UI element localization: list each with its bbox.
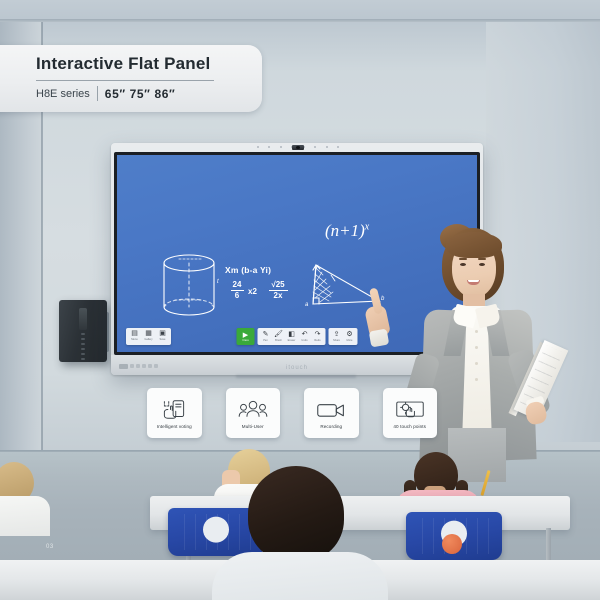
drawing-tools-group[interactable]: ✎ Pen 🖌 Brush ◧ Eraser ↶ Undo ↷ Redo — [257, 328, 326, 345]
whiteboard-main-toolbar[interactable]: ▶ Class ✎ Pen 🖌 Brush ◧ Eraser ↶ Undo ↷ … — [236, 328, 358, 345]
feature-card-intelligent-voting[interactable]: Intelligent voting — [147, 388, 202, 438]
brush-icon[interactable]: 🖌 Brush — [273, 331, 285, 342]
title-subtitle: H8E series 65″ 75″ 86″ — [36, 86, 175, 101]
ball — [442, 534, 462, 554]
feature-card-recording[interactable]: Recording — [304, 388, 359, 438]
video-camera-icon — [315, 397, 347, 423]
camera-icon — [292, 145, 304, 150]
feature-label: Intelligent voting — [156, 423, 192, 429]
tool-save-icon[interactable]: ▣ Save — [157, 330, 168, 343]
tool-gallery-icon[interactable]: ▦ Gallery — [143, 330, 154, 343]
wall-speaker — [59, 300, 107, 362]
page-number: 03 — [46, 544, 54, 550]
eraser-icon[interactable]: ◧ Eraser — [286, 331, 298, 342]
blouse-buttons — [475, 330, 478, 394]
eyebrow-left — [459, 258, 467, 260]
whiteboard-multiplier: x2 — [248, 287, 257, 296]
student-head-foreground — [248, 466, 344, 562]
size-options: 65″ 75″ 86″ — [104, 86, 176, 101]
feature-card-multi-user[interactable]: Multi-User — [225, 388, 280, 438]
chair-texture — [174, 514, 258, 550]
feature-label: Multi-User — [241, 423, 264, 429]
eye-left — [460, 263, 466, 266]
feature-card-touch-points[interactable]: 40 touch points — [382, 388, 437, 438]
page-title: Interactive Flat Panel — [36, 54, 211, 73]
pen-icon[interactable]: ✎ Pen — [260, 331, 272, 342]
pointing-hand-cuff — [368, 328, 390, 348]
utility-tools-group[interactable]: ⇪ Share ⚙ More — [328, 328, 358, 345]
play-icon-button[interactable]: ▶ Class — [236, 328, 255, 345]
whiteboard-exponent-expression: (n+1)x — [325, 221, 370, 240]
eyebrow-right — [478, 258, 486, 260]
undo-icon[interactable]: ↶ Undo — [299, 331, 311, 342]
whiteboard-label-t: t — [217, 279, 219, 285]
whiteboard-left-toolbar[interactable]: ▤ Menu ▦ Gallery ▣ Save — [126, 328, 171, 345]
feature-label: 40 touch points — [393, 423, 427, 429]
redo-icon[interactable]: ↷ Redo — [312, 331, 324, 342]
student-body-foreground — [212, 552, 388, 600]
settings-icon[interactable]: ⚙ More — [344, 331, 356, 342]
student-body-left-edge — [0, 496, 50, 536]
feature-label: Recording — [320, 423, 343, 429]
touch-screen-icon — [394, 397, 426, 423]
feature-card-row: Intelligent voting Multi-User Recording … — [147, 388, 437, 438]
speaker-vent-dots — [81, 333, 85, 363]
panel-shadow — [236, 375, 356, 378]
people-group-icon — [237, 397, 269, 423]
pointing-hand — [364, 287, 391, 348]
eye-right — [479, 263, 485, 266]
whiteboard-expression-1: Xm (b-a Yi) — [225, 265, 272, 275]
title-divider — [36, 80, 214, 81]
hand-vote-icon — [158, 397, 190, 423]
whiteboard-vertex-a: a — [305, 302, 309, 308]
teacher-figure — [403, 222, 600, 482]
vertical-divider — [96, 86, 98, 101]
slide-canvas: Xm (b-a Yi) 24 6 x2 √25 2x t (n+1)x a b … — [0, 0, 600, 600]
hair-front — [446, 232, 502, 258]
series-label: H8E series — [36, 87, 90, 100]
title-card: Interactive Flat Panel H8E series 65″ 75… — [0, 45, 262, 112]
desk-leg — [546, 528, 551, 562]
whiteboard-fraction-1: 24 6 — [229, 280, 245, 301]
speaker-slot — [79, 308, 87, 330]
share-icon[interactable]: ⇪ Share — [331, 331, 343, 342]
whiteboard-fraction-2: √25 2x — [267, 280, 289, 301]
tool-grid-menu-icon[interactable]: ▤ Menu — [129, 330, 140, 343]
